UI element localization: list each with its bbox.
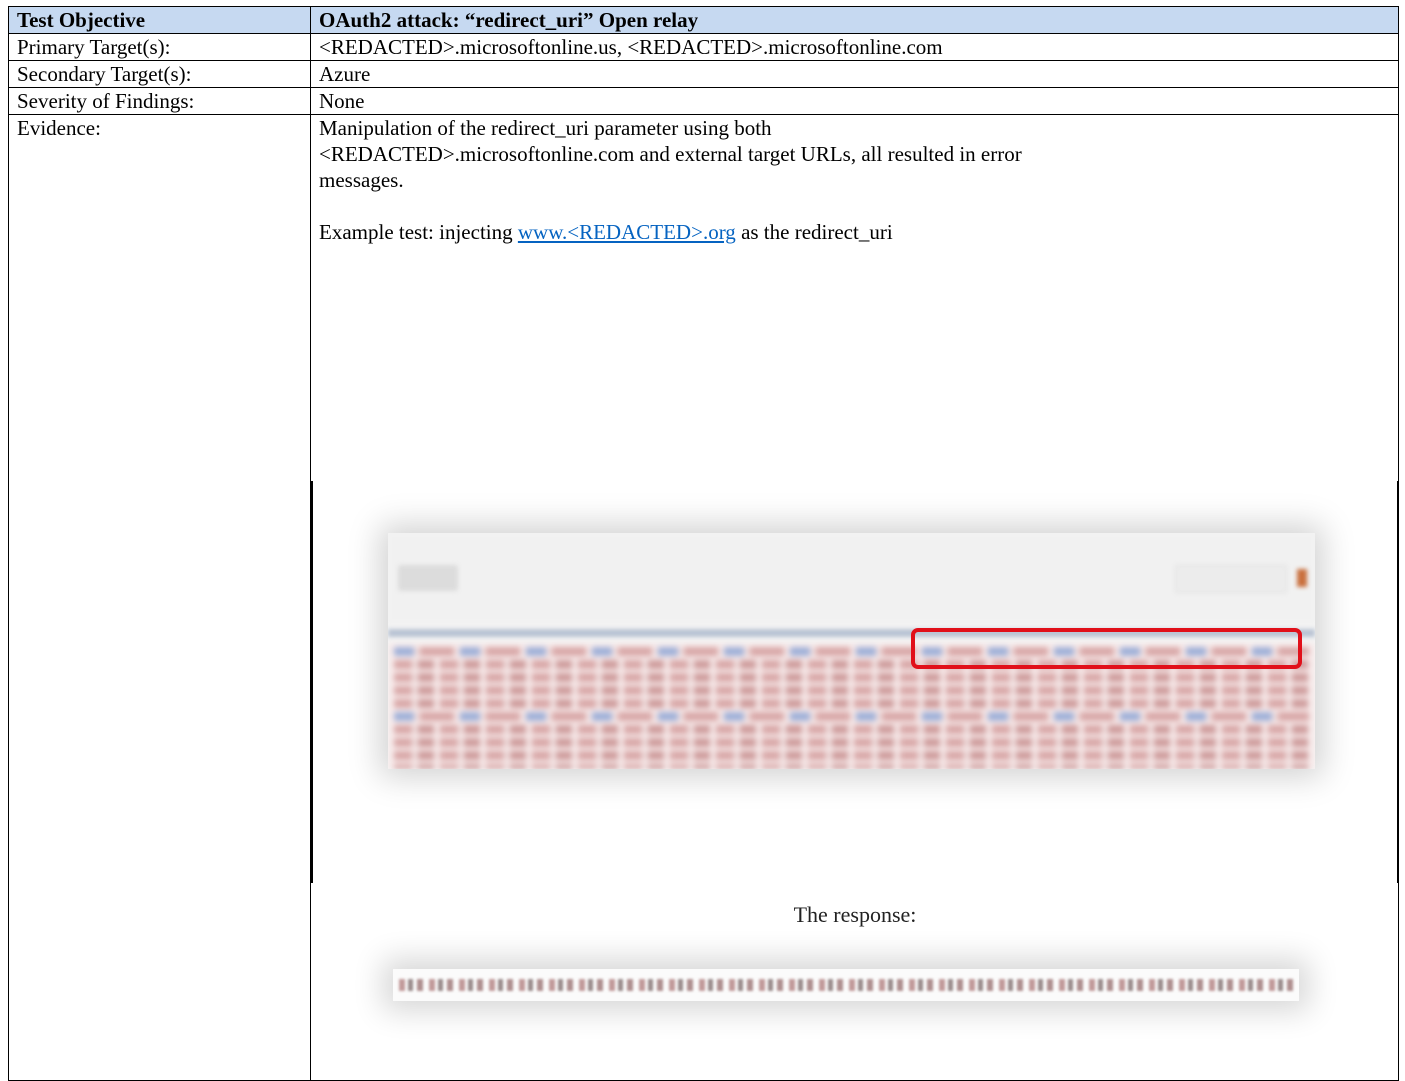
menu-icon (1297, 569, 1307, 587)
row-label: Severity of Findings: (8, 87, 311, 115)
example-link[interactable]: www.<REDACTED>.org (518, 220, 736, 244)
evidence-text: Manipulation of the redirect_uri paramet… (311, 115, 1398, 245)
table-row-evidence: Evidence: Manipulation of the redirect_u… (8, 114, 1399, 1081)
response-caption: The response: (793, 902, 917, 927)
example-suffix: as the redirect_uri (735, 220, 893, 244)
divider-line (1397, 481, 1399, 883)
row-value: Azure (310, 60, 1399, 88)
blurred-browser-screenshot (388, 533, 1315, 769)
header-attack-title: OAuth2 attack: “redirect_uri” Open relay (310, 6, 1399, 34)
example-prefix: Example test: injecting (319, 220, 518, 244)
header-test-objective: Test Objective (8, 6, 311, 34)
row-value: <REDACTED>.microsoftonline.us, <REDACTED… (310, 33, 1399, 61)
test-report-table: Test Objective OAuth2 attack: “redirect_… (8, 6, 1399, 1081)
evidence-paragraph-line: <REDACTED>.microsoftonline.com and exter… (319, 142, 1022, 166)
evidence-label: Evidence: (8, 114, 311, 1081)
browser-tab-blurred (398, 565, 458, 591)
table-row-secondary-targets: Secondary Target(s): Azure (8, 60, 1399, 88)
divider-line (311, 481, 313, 883)
row-value: None (310, 87, 1399, 115)
browser-search-blurred (1175, 565, 1287, 593)
row-label: Primary Target(s): (8, 33, 311, 61)
example-test-line: Example test: injecting www.<REDACTED>.o… (319, 219, 1390, 245)
highlight-box (911, 628, 1302, 669)
table-row-primary-targets: Primary Target(s): <REDACTED>.microsofto… (8, 33, 1399, 61)
table-row-severity: Severity of Findings: None (8, 87, 1399, 115)
evidence-body: Manipulation of the redirect_uri paramet… (310, 114, 1399, 1081)
evidence-paragraph-line: messages. (319, 168, 404, 192)
blurred-response-screenshot (393, 969, 1299, 1001)
row-label: Secondary Target(s): (8, 60, 311, 88)
evidence-paragraph-line: Manipulation of the redirect_uri paramet… (319, 116, 772, 140)
blurred-response-text (399, 979, 1293, 991)
header-row: Test Objective OAuth2 attack: “redirect_… (8, 6, 1399, 34)
